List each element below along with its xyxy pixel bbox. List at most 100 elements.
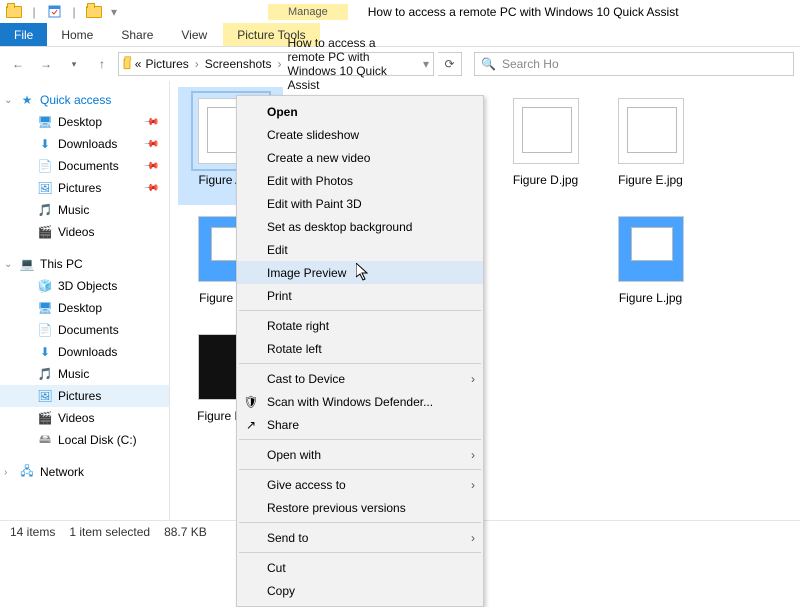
share-tab[interactable]: Share [107, 23, 167, 46]
breadcrumb-overflow[interactable]: « [135, 57, 142, 71]
tree-music[interactable]: 🎵Music [0, 199, 169, 221]
tree-videos[interactable]: 🎬Videos [0, 221, 169, 243]
ctx-copy[interactable]: Copy [237, 579, 483, 602]
back-button[interactable]: ← [6, 52, 30, 76]
quick-access-toolbar: | | ▾ [0, 4, 128, 20]
address-dropdown-icon[interactable]: ▾ [423, 57, 429, 71]
tree-quick-access[interactable]: ⌄ ★ Quick access [0, 89, 169, 111]
tree-desktop2[interactable]: 🖥Desktop [0, 297, 169, 319]
ctx-create-new-video[interactable]: Create a new video [237, 146, 483, 169]
view-tab[interactable]: View [167, 23, 221, 46]
objects3d-icon: 🧊 [38, 279, 52, 293]
qat-sep: | [26, 4, 42, 20]
chevron-right-icon[interactable]: › [193, 57, 201, 71]
pictures-icon: 🖼 [38, 389, 52, 403]
search-icon: 🔍 [481, 57, 496, 71]
file-figure-d[interactable]: Figure D.jpg [493, 87, 598, 205]
tree-desktop[interactable]: 🖥Desktop📌 [0, 111, 169, 133]
chevron-down-icon[interactable]: ⌄ [4, 259, 12, 270]
tree-network[interactable]: › 🖧 Network [0, 461, 169, 483]
file-tab[interactable]: File [0, 23, 47, 46]
chevron-right-icon: › [471, 448, 475, 462]
chevron-down-icon[interactable]: ⌄ [4, 95, 12, 106]
breadcrumb-screenshots[interactable]: Screenshots [205, 57, 272, 71]
app-icon [6, 4, 22, 20]
status-selection: 1 item selected [69, 525, 150, 539]
ctx-separator [239, 363, 481, 364]
tree-music2[interactable]: 🎵Music [0, 363, 169, 385]
pc-icon: 💻 [20, 257, 34, 271]
properties-icon[interactable] [46, 4, 62, 20]
contextual-tab-label: Manage [268, 4, 348, 20]
tree-pictures[interactable]: 🖼Pictures📌 [0, 177, 169, 199]
ctx-separator [239, 310, 481, 311]
forward-button[interactable]: → [34, 52, 58, 76]
music-icon: 🎵 [38, 367, 52, 381]
tree-3d-objects[interactable]: 🧊3D Objects [0, 275, 169, 297]
ctx-cast-to-device[interactable]: Cast to Device› [237, 367, 483, 390]
ctx-edit-photos[interactable]: Edit with Photos [237, 169, 483, 192]
tree-downloads2[interactable]: ⬇Downloads [0, 341, 169, 363]
videos-icon: 🎬 [38, 225, 52, 239]
search-box[interactable]: 🔍 Search Ho [474, 52, 794, 76]
ctx-cut[interactable]: Cut [237, 556, 483, 579]
ctx-image-preview[interactable]: Image Preview [237, 261, 483, 284]
tree-videos2[interactable]: 🎬Videos [0, 407, 169, 429]
documents-icon: 📄 [38, 159, 52, 173]
ctx-separator [239, 469, 481, 470]
drive-icon: 🖴 [38, 433, 52, 447]
chevron-right-icon: › [471, 478, 475, 492]
pin-icon: 📌 [142, 136, 159, 153]
breadcrumb-pictures[interactable]: Pictures [145, 57, 188, 71]
tree-local-disk[interactable]: 🖴Local Disk (C:) [0, 429, 169, 451]
qat-sep2: | [66, 4, 82, 20]
qat-dropdown-icon[interactable]: ▾ [106, 4, 122, 20]
up-button[interactable]: ↑ [90, 52, 114, 76]
star-icon: ★ [20, 93, 34, 107]
ctx-create-slideshow[interactable]: Create slideshow [237, 123, 483, 146]
ctx-set-background[interactable]: Set as desktop background [237, 215, 483, 238]
nav-row: ← → ▾ ↑ « Pictures › Screenshots › How t… [0, 47, 800, 81]
home-tab[interactable]: Home [47, 23, 107, 46]
ctx-share[interactable]: ↗Share [237, 413, 483, 436]
search-placeholder: Search Ho [502, 57, 559, 71]
ctx-separator [239, 522, 481, 523]
new-folder-icon[interactable] [86, 4, 102, 20]
downloads-icon: ⬇ [38, 137, 52, 151]
share-icon: ↗ [243, 417, 259, 433]
ctx-open[interactable]: Open [237, 100, 483, 123]
ctx-rotate-left[interactable]: Rotate left [237, 337, 483, 360]
pictures-icon: 🖼 [38, 181, 52, 195]
tree-downloads[interactable]: ⬇Downloads📌 [0, 133, 169, 155]
ctx-edit-paint3d[interactable]: Edit with Paint 3D [237, 192, 483, 215]
ctx-scan-defender[interactable]: 🛡Scan with Windows Defender... [237, 390, 483, 413]
ctx-separator [239, 439, 481, 440]
title-bar: | | ▾ Manage How to access a remote PC w… [0, 0, 800, 23]
window-title: How to access a remote PC with Windows 1… [368, 5, 679, 19]
pin-icon: 📌 [142, 180, 159, 197]
tree-documents2[interactable]: 📄Documents [0, 319, 169, 341]
videos-icon: 🎬 [38, 411, 52, 425]
ctx-open-with[interactable]: Open with› [237, 443, 483, 466]
documents-icon: 📄 [38, 323, 52, 337]
ctx-send-to[interactable]: Send to› [237, 526, 483, 549]
tree-documents[interactable]: 📄Documents📌 [0, 155, 169, 177]
pin-icon: 📌 [142, 158, 159, 175]
tree-this-pc[interactable]: ⌄ 💻 This PC [0, 253, 169, 275]
chevron-right-icon: › [471, 372, 475, 386]
history-dropdown[interactable]: ▾ [62, 52, 86, 76]
ctx-give-access[interactable]: Give access to› [237, 473, 483, 496]
ctx-rotate-right[interactable]: Rotate right [237, 314, 483, 337]
address-bar[interactable]: « Pictures › Screenshots › How to access… [118, 52, 434, 76]
refresh-button[interactable]: ⟳ [438, 52, 462, 76]
file-figure-l[interactable]: Figure L.jpg [598, 205, 703, 323]
ctx-edit[interactable]: Edit [237, 238, 483, 261]
status-item-count: 14 items [10, 525, 55, 539]
desktop-icon: 🖥 [38, 115, 52, 129]
chevron-right-icon[interactable]: › [4, 467, 7, 478]
ctx-restore-versions[interactable]: Restore previous versions [237, 496, 483, 519]
chevron-right-icon[interactable]: › [276, 57, 284, 71]
ctx-print[interactable]: Print [237, 284, 483, 307]
tree-pictures2[interactable]: 🖼Pictures [0, 385, 169, 407]
file-figure-e[interactable]: Figure E.jpg [598, 87, 703, 205]
